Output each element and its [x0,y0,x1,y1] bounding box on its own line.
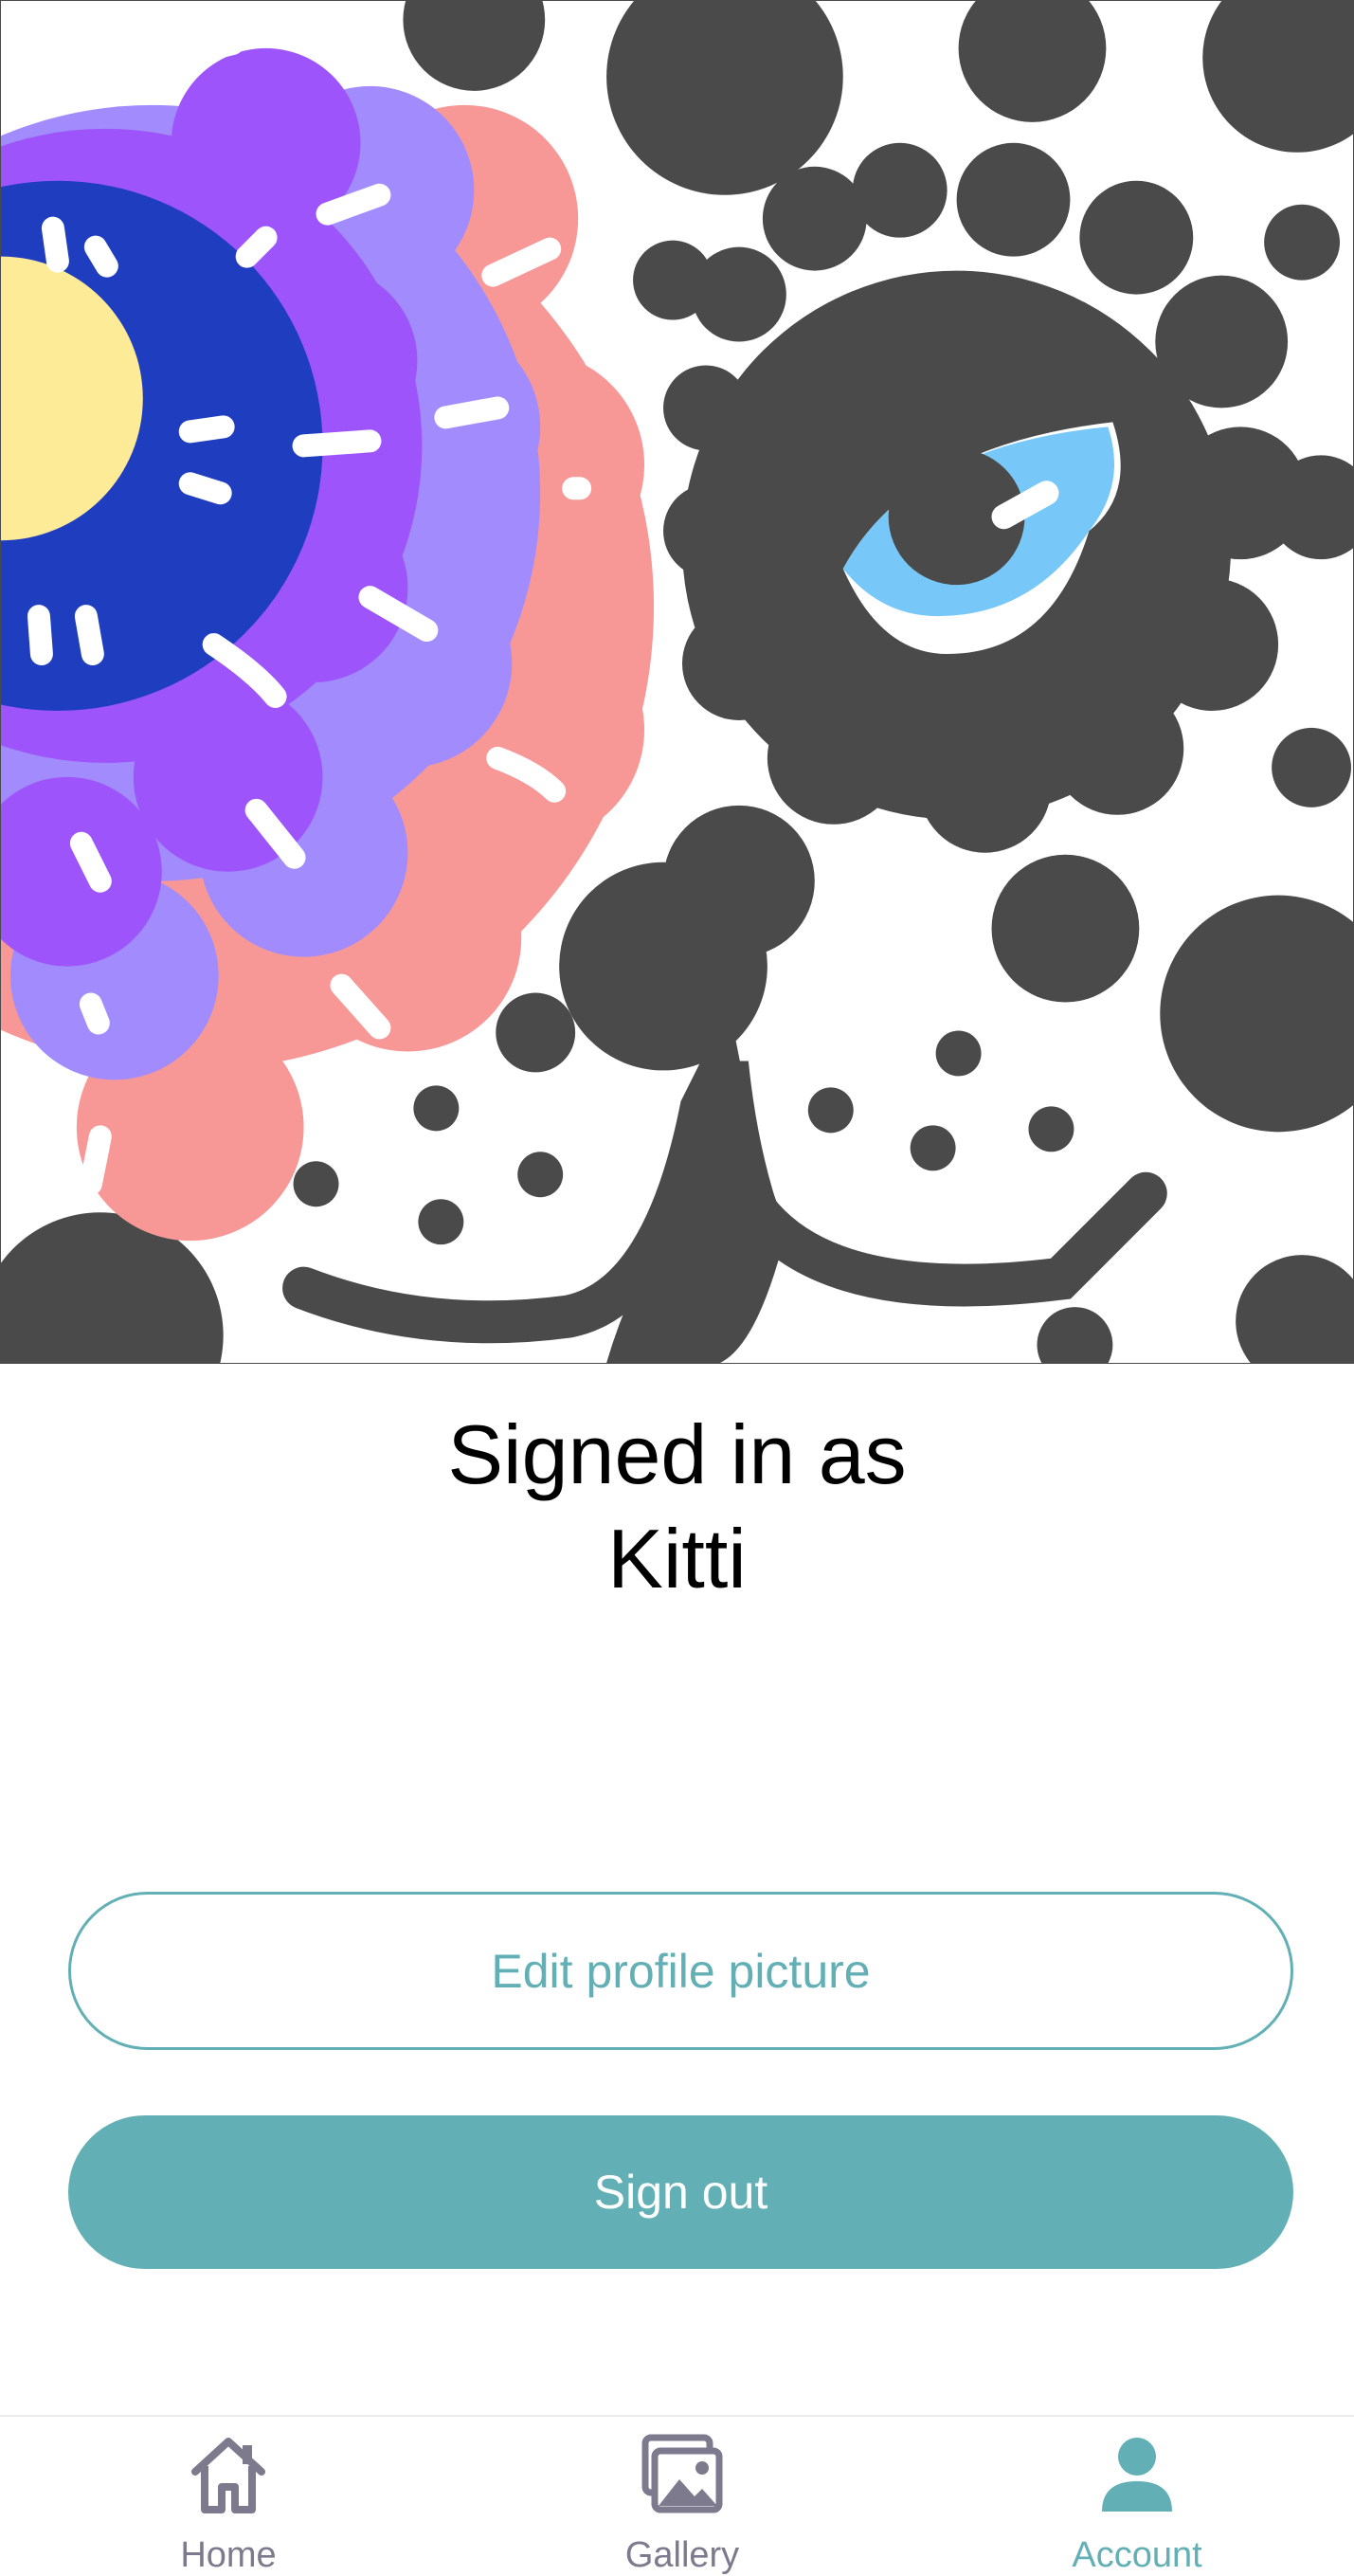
home-icon [191,2438,265,2513]
nav-label-home: Home [180,2535,277,2575]
edit-profile-picture-button[interactable]: Edit profile picture [68,1892,1293,2050]
nav-label-gallery: Gallery [624,2535,740,2575]
bottom-navigation: Home Gallery Account [0,2415,1354,2576]
nav-item-home[interactable]: Home [86,2417,370,2576]
profile-artwork-icon [1,1,1353,1363]
profile-picture [0,0,1354,1364]
nav-label-account: Account [1072,2535,1202,2575]
nav-item-gallery[interactable]: Gallery [540,2417,824,2576]
nav-item-account[interactable]: Account [995,2417,1279,2576]
sign-out-button[interactable]: Sign out [68,2115,1293,2269]
signed-in-heading: Signed in as Kitti [0,1403,1354,1611]
account-icon [1102,2438,1172,2512]
username: Kitti [607,1512,747,1605]
gallery-icon [641,2434,723,2513]
signed-in-label: Signed in as [447,1407,907,1501]
